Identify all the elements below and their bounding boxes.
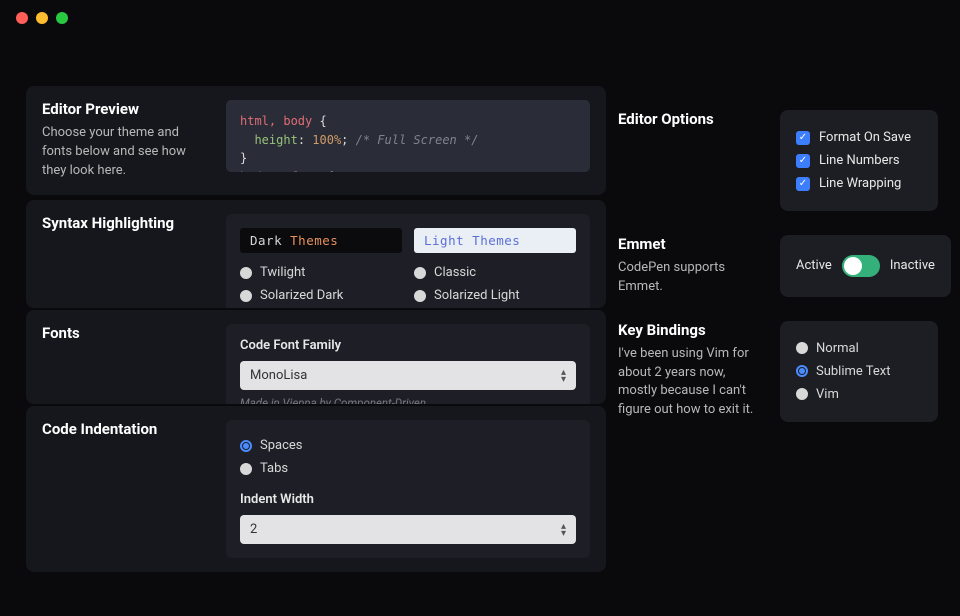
checkbox-icon: ✓ <box>796 131 810 145</box>
code-token: html, body <box>240 114 312 128</box>
indentation-title: Code Indentation <box>42 420 212 438</box>
keybinding-label: Normal <box>816 341 859 356</box>
radio-icon <box>796 365 808 377</box>
theme-label: Twilight <box>260 265 305 280</box>
option-format-on-save[interactable]: ✓ Format On Save <box>796 126 922 149</box>
radio-icon <box>240 463 252 475</box>
keybinding-label: Vim <box>816 387 839 402</box>
keybindings-title: Key Bindings <box>618 321 766 339</box>
radio-icon <box>414 290 426 302</box>
indent-option-spaces[interactable]: Spaces <box>240 434 576 457</box>
minimize-traffic-light[interactable] <box>36 12 48 24</box>
radio-icon <box>796 342 808 354</box>
theme-label: Classic <box>434 265 476 280</box>
code-token: ::after <box>269 170 320 172</box>
theme-option-solarized-dark[interactable]: Solarized Dark <box>240 284 402 307</box>
radio-icon <box>796 388 808 400</box>
chevron-up-down-icon: ▴▾ <box>561 369 566 383</box>
editor-options-panel: ✓ Format On Save ✓ Line Numbers ✓ Line Wrap… <box>780 110 938 211</box>
light-themes-column: Light Themes Classic Solarized Light XQ … <box>414 228 576 308</box>
syntax-highlighting-panel: Syntax Highlighting Dark Themes Twilight… <box>26 200 606 308</box>
theme-option-solarized-light[interactable]: Solarized Light <box>414 284 576 307</box>
code-token: 100% <box>312 133 341 147</box>
toggle-inactive-label: Inactive <box>890 258 935 273</box>
syntax-title: Syntax Highlighting <box>42 214 212 232</box>
radio-icon <box>240 267 252 279</box>
radio-icon <box>240 290 252 302</box>
emmet-toggle[interactable] <box>842 255 880 277</box>
theme-label: Solarized Dark <box>260 288 343 303</box>
code-token: body <box>240 170 269 172</box>
theme-option-tomorrow-night[interactable]: Tomorrow Night <box>240 307 402 308</box>
close-traffic-light[interactable] <box>16 12 28 24</box>
light-themes-header: Light Themes <box>414 228 576 253</box>
editor-preview-desc: Choose your theme and fonts below and se… <box>42 124 212 181</box>
indent-width-select[interactable]: 2 ▴▾ <box>240 515 576 544</box>
keybindings-panel: Normal Sublime Text Vim <box>780 321 938 422</box>
window-titlebar <box>0 0 960 36</box>
option-line-numbers[interactable]: ✓ Line Numbers <box>796 149 922 172</box>
code-preview: html, body { height: 100%; /* Full Scree… <box>226 100 590 172</box>
font-family-label: Code Font Family <box>240 338 576 353</box>
editor-options-title: Editor Options <box>618 110 766 128</box>
font-hint: Made in Vienna by Component-Driven. <box>240 396 576 404</box>
indent-label: Tabs <box>260 461 288 476</box>
keybinding-option-normal[interactable]: Normal <box>796 337 922 360</box>
code-token: } <box>240 151 247 165</box>
checkbox-icon: ✓ <box>796 154 810 168</box>
keybinding-label: Sublime Text <box>816 364 891 379</box>
radio-icon <box>414 267 426 279</box>
emmet-panel: Active Inactive <box>780 235 951 297</box>
chevron-up-down-icon: ▴▾ <box>561 523 566 537</box>
font-family-value: MonoLisa <box>250 368 307 383</box>
dark-themes-column: Dark Themes Twilight Solarized Dark Tomo… <box>240 228 402 308</box>
option-line-wrapping[interactable]: ✓ Line Wrapping <box>796 172 922 195</box>
fonts-panel: Fonts Code Font Family MonoLisa ▴▾ Made … <box>26 310 606 404</box>
indent-option-tabs[interactable]: Tabs <box>240 457 576 480</box>
emmet-title: Emmet <box>618 235 766 253</box>
keybinding-option-vim[interactable]: Vim <box>796 383 922 406</box>
indent-width-value: 2 <box>250 522 257 537</box>
theme-option-classic[interactable]: Classic <box>414 261 576 284</box>
editor-preview-panel: Editor Preview Choose your theme and fon… <box>26 86 606 195</box>
code-token: height <box>254 133 297 147</box>
keybindings-desc: I've been using Vim for about 2 years no… <box>618 345 766 420</box>
emmet-desc: CodePen supports Emmet. <box>618 259 766 297</box>
fonts-title: Fonts <box>42 324 212 342</box>
indent-label: Spaces <box>260 438 303 453</box>
indent-width-label: Indent Width <box>240 492 576 507</box>
indentation-panel: Code Indentation Spaces Tabs Indent Widt… <box>26 406 606 572</box>
dark-themes-header: Dark Themes <box>240 228 402 253</box>
toggle-active-label: Active <box>796 258 832 273</box>
code-token: { <box>319 170 333 172</box>
option-label: Line Wrapping <box>819 176 901 191</box>
theme-label: Solarized Light <box>434 288 520 303</box>
radio-icon <box>240 440 252 452</box>
keybinding-option-sublime[interactable]: Sublime Text <box>796 360 922 383</box>
zoom-traffic-light[interactable] <box>56 12 68 24</box>
editor-preview-title: Editor Preview <box>42 100 212 118</box>
checkbox-icon: ✓ <box>796 177 810 191</box>
code-token: { <box>312 114 326 128</box>
theme-option-xq-light[interactable]: XQ Light <box>414 307 576 308</box>
option-label: Format On Save <box>819 130 911 145</box>
theme-option-twilight[interactable]: Twilight <box>240 261 402 284</box>
code-token: /* Full Screen */ <box>356 133 479 147</box>
font-family-select[interactable]: MonoLisa ▴▾ <box>240 361 576 390</box>
option-label: Line Numbers <box>819 153 900 168</box>
